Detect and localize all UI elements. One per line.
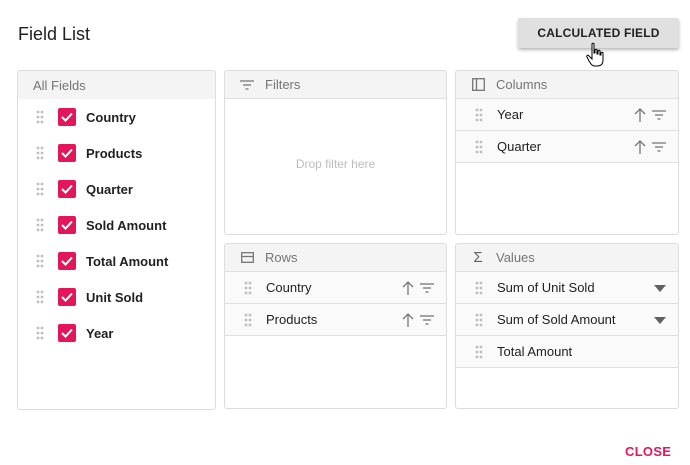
columns-title: Columns: [496, 77, 548, 92]
filter-icon[interactable]: [420, 283, 434, 293]
drag-handle-icon[interactable]: [475, 281, 483, 295]
filter-icon[interactable]: [652, 142, 666, 152]
drag-handle-icon[interactable]: [36, 182, 44, 196]
pill-label: Sum of Sold Amount: [497, 312, 616, 327]
all-fields-panel: All Fields Country Products Quarter Sold…: [17, 70, 216, 410]
values-header: Σ Values: [456, 244, 678, 272]
pill-label: Year: [497, 107, 524, 122]
check-icon: [61, 184, 73, 194]
check-icon: [61, 148, 73, 158]
sort-ascending-icon[interactable]: [402, 281, 414, 295]
pill-label: Sum of Unit Sold: [497, 280, 595, 295]
check-icon: [61, 112, 73, 122]
check-icon: [61, 328, 73, 338]
drag-handle-icon[interactable]: [244, 313, 252, 327]
field-item-sold-amount[interactable]: Sold Amount: [18, 207, 215, 243]
row-pill-country[interactable]: Country: [225, 272, 446, 304]
drag-handle-icon[interactable]: [36, 218, 44, 232]
sigma-icon: Σ: [473, 249, 483, 266]
rows-title: Rows: [265, 250, 298, 265]
filters-panel[interactable]: Filters Drop filter here: [224, 70, 447, 235]
check-icon: [61, 292, 73, 302]
pill-label: Quarter: [497, 139, 542, 154]
column-pill-year[interactable]: Year: [456, 99, 678, 131]
value-pill-total-amount[interactable]: Total Amount: [456, 336, 678, 368]
field-label: Products: [86, 145, 143, 161]
check-icon: [61, 256, 73, 266]
field-item-unit-sold[interactable]: Unit Sold: [18, 279, 215, 315]
field-label: Total Amount: [86, 253, 169, 269]
pill-label: Total Amount: [497, 344, 573, 359]
filter-drop-placeholder: Drop filter here: [295, 157, 376, 171]
close-button[interactable]: CLOSE: [625, 444, 671, 459]
field-label: Country: [86, 109, 136, 125]
field-label: Year: [86, 325, 114, 341]
field-label: Sold Amount: [86, 217, 167, 233]
values-title: Values: [496, 250, 535, 265]
filter-icon[interactable]: [420, 315, 434, 325]
columns-icon: [470, 77, 486, 93]
field-label: Unit Sold: [86, 289, 144, 305]
checkbox-checked[interactable]: [58, 288, 76, 306]
drag-handle-icon[interactable]: [36, 110, 44, 124]
field-item-products[interactable]: Products: [18, 135, 215, 171]
filter-icon[interactable]: [652, 110, 666, 120]
field-item-total-amount[interactable]: Total Amount: [18, 243, 215, 279]
dialog-title: Field List: [18, 24, 91, 44]
columns-panel[interactable]: Columns Year Quarter: [455, 70, 679, 235]
checkbox-checked[interactable]: [58, 144, 76, 162]
drag-handle-icon[interactable]: [244, 281, 252, 295]
row-pill-products[interactable]: Products: [225, 304, 446, 336]
drag-handle-icon[interactable]: [475, 313, 483, 327]
drag-handle-icon[interactable]: [36, 326, 44, 340]
checkbox-checked[interactable]: [58, 180, 76, 198]
columns-header: Columns: [456, 71, 678, 99]
checkbox-checked[interactable]: [58, 324, 76, 342]
drag-handle-icon[interactable]: [475, 108, 483, 122]
sort-ascending-icon[interactable]: [634, 108, 646, 122]
filter-icon: [239, 77, 255, 93]
filters-title: Filters: [265, 77, 301, 92]
pill-label: Products: [266, 312, 318, 327]
checkbox-checked[interactable]: [58, 216, 76, 234]
all-fields-list: Country Products Quarter Sold Amount Tot: [18, 99, 215, 351]
all-fields-title: All Fields: [33, 77, 86, 93]
column-pill-quarter[interactable]: Quarter: [456, 131, 678, 163]
field-item-quarter[interactable]: Quarter: [18, 171, 215, 207]
drag-handle-icon[interactable]: [475, 140, 483, 154]
dropdown-arrow-icon[interactable]: [654, 316, 666, 324]
rows-panel[interactable]: Rows Country Products: [224, 243, 447, 409]
field-label: Quarter: [86, 181, 133, 197]
drag-handle-icon[interactable]: [36, 146, 44, 160]
field-item-country[interactable]: Country: [18, 99, 215, 135]
sort-ascending-icon[interactable]: [402, 313, 414, 327]
rows-header: Rows: [225, 244, 446, 272]
checkbox-checked[interactable]: [58, 252, 76, 270]
drag-handle-icon[interactable]: [36, 254, 44, 268]
drag-handle-icon[interactable]: [475, 345, 483, 359]
values-panel[interactable]: Σ Values Sum of Unit Sold Sum of Sold Am…: [455, 243, 679, 409]
dropdown-arrow-icon[interactable]: [654, 284, 666, 292]
all-fields-header: All Fields: [18, 71, 215, 99]
rows-icon: [239, 250, 255, 266]
value-pill-sum-of-unit-sold[interactable]: Sum of Unit Sold: [456, 272, 678, 304]
hand-cursor-icon: [586, 42, 604, 67]
checkbox-checked[interactable]: [58, 108, 76, 126]
value-pill-sum-of-sold-amount[interactable]: Sum of Sold Amount: [456, 304, 678, 336]
check-icon: [61, 220, 73, 230]
pill-label: Country: [266, 280, 312, 295]
field-item-year[interactable]: Year: [18, 315, 215, 351]
drag-handle-icon[interactable]: [36, 290, 44, 304]
filters-header: Filters: [225, 71, 446, 99]
sort-ascending-icon[interactable]: [634, 140, 646, 154]
